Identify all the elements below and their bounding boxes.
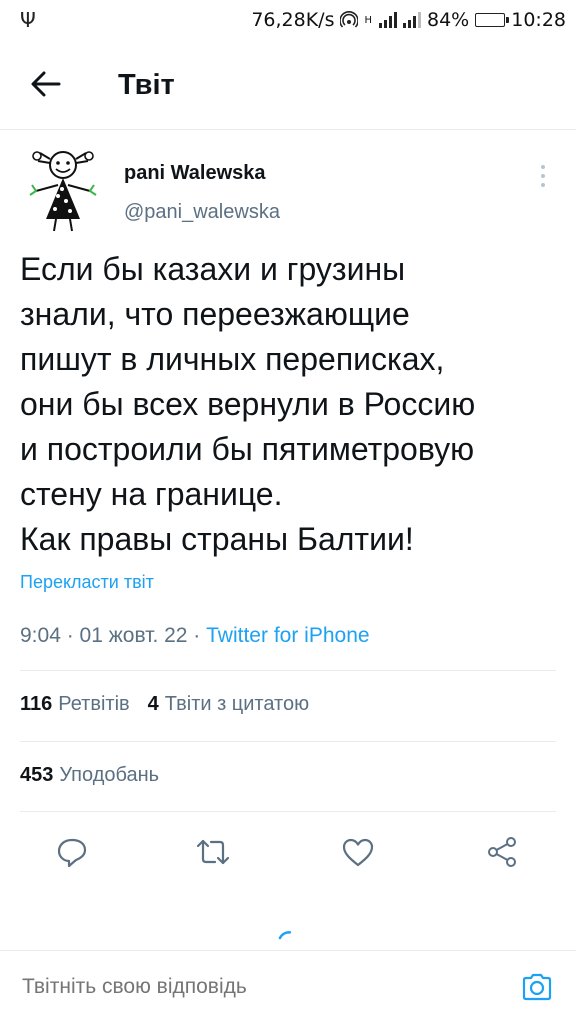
tweet-text: Если бы казахи и грузины знали, что пере… [20,247,566,562]
divider [20,741,556,742]
camera-icon [522,973,552,1001]
more-options-button[interactable] [530,161,556,191]
status-bar: Ψ 76,28K/s H 84% 10:28 [0,0,576,40]
hotspot-icon [340,11,359,28]
action-bar [0,820,576,880]
net-speed: 76,28K/s [251,9,335,31]
share-button[interactable] [482,832,522,872]
quotes-count: 4 [147,693,159,715]
retweet-icon [196,839,230,865]
tweet-text-line: они бы всех вернули в Россию [20,386,476,422]
reply-icon [57,838,87,868]
signal-icon-2 [403,12,421,28]
more-dots-icon [541,165,545,169]
reply-bar [0,950,576,1024]
likes-label: Уподобань [59,764,160,786]
tweet-timestamp: 9:04 · 01 жовт. 22 · [20,624,207,647]
back-button[interactable] [26,64,66,104]
tweet-source-link[interactable]: Twitter for iPhone [206,624,369,647]
reply-button[interactable] [52,832,92,872]
share-icon [488,837,516,867]
tweet-text-line: стену на границе. [20,476,283,512]
battery-percent: 84% [427,9,470,31]
status-right: 76,28K/s H 84% 10:28 [251,9,566,31]
tweet-meta: 9:04 · 01 жовт. 22 · Twitter for iPhone [20,624,370,648]
divider [20,811,556,812]
battery-icon [475,13,510,27]
heart-icon [342,838,374,867]
author-name[interactable]: pani Walewska [124,162,266,185]
author-handle[interactable]: @pani_walewska [124,201,280,224]
retweets-stat[interactable]: 116 Ретвітів [20,693,130,716]
tweet-text-line: Как правы страны Балтии! [20,521,414,557]
retweets-count: 116 [20,693,53,715]
translate-tweet-link[interactable]: Перекласти твіт [20,572,154,593]
arrow-left-icon [31,71,61,97]
retweets-label: Ретвітів [58,693,130,715]
tweet-text-line: пишут в личных переписках, [20,341,445,377]
retweet-button[interactable] [193,832,233,872]
tweet-text-line: знали, что переезжающие [20,296,410,332]
network-type: H [364,14,372,26]
like-button[interactable] [338,832,378,872]
divider [20,670,556,671]
usb-icon: Ψ [20,8,36,32]
stats-retweets-row: 116 Ретвітів 4 Твіти з цитатою [20,693,309,716]
camera-button[interactable] [518,969,556,1005]
doodle-girl-avatar [29,151,97,232]
reply-input[interactable] [22,971,492,1003]
avatar[interactable] [22,141,104,233]
likes-count: 453 [20,764,54,786]
signal-icon-1 [379,12,397,28]
stats-likes-row[interactable]: 453 Уподобань [20,764,159,787]
page-title: Твіт [118,69,175,101]
tweet-text-line: Если бы казахи и грузины [20,251,406,287]
top-bar: Твіт [0,40,576,130]
loading-spinner-icon [278,931,300,940]
clock: 10:28 [511,9,566,31]
tweet-text-line: и построили бы пятиметровую [20,431,475,467]
quotes-label: Твіти з цитатою [164,693,310,715]
quotes-stat[interactable]: 4 Твіти з цитатою [148,693,309,716]
